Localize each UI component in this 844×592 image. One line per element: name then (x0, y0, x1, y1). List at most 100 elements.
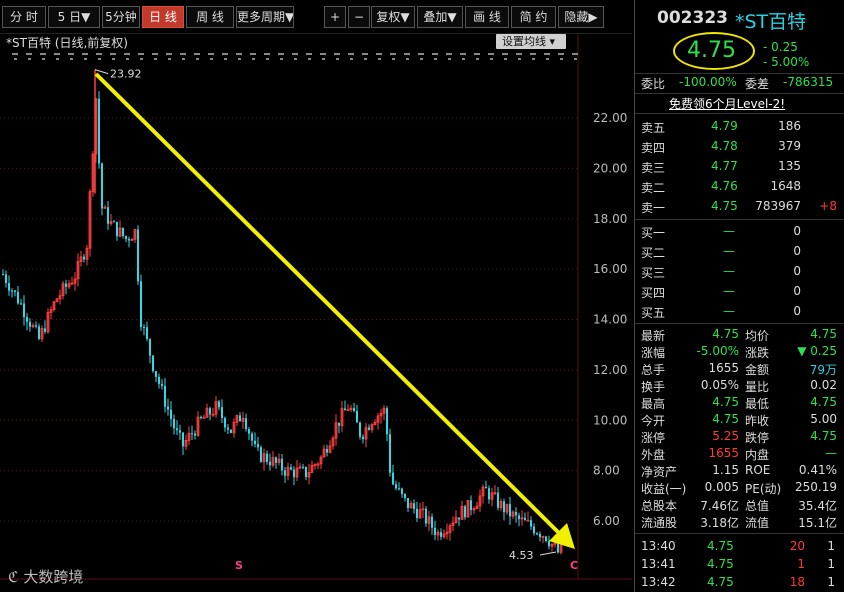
candle-body (362, 436, 364, 440)
event-marker (70, 58, 73, 60)
stats-row: 总手 1655 金额 79万 (635, 361, 844, 378)
buy-level-volume: 0 (793, 304, 801, 318)
sell-level-row[interactable]: 卖四 4.78 379 (635, 139, 844, 156)
toolbar-button-simple[interactable]: 简 约 (511, 6, 556, 28)
candle-body (245, 418, 247, 430)
event-marker (392, 58, 395, 60)
buy-level-volume: 0 (793, 224, 801, 238)
sell-level-row[interactable]: 卖一 4.75 783967 +8 (635, 199, 844, 216)
stat-label: 量比 (745, 380, 770, 394)
stat-label: 金额 (745, 363, 770, 377)
toolbar-button-draw[interactable]: 画 线 (465, 6, 509, 28)
candle-body (440, 532, 442, 537)
toolbar-button-zoom-out[interactable]: − (348, 6, 370, 28)
candle-body (149, 338, 151, 356)
sell-level-price: 4.77 (711, 159, 738, 173)
sell-level-label: 卖二 (641, 181, 666, 195)
event-marker (434, 58, 437, 60)
event-marker (420, 58, 423, 60)
stock-name: *ST百特 (735, 11, 807, 33)
candle-body (224, 417, 226, 428)
buy-level-row[interactable]: 买二 — 0 (635, 244, 844, 261)
event-marker (334, 53, 340, 55)
stat-label: 净资产 (641, 465, 678, 479)
kline-canvas[interactable]: 22.00 20.00 18.00 16.00 14.00 12.00 10.00 8.00 6… (0, 34, 632, 592)
candle-body (353, 408, 355, 411)
candle-body (338, 422, 340, 426)
event-marker (208, 53, 214, 55)
toolbar-button-overlay[interactable]: 叠加▼ (417, 6, 463, 28)
candle-body (524, 517, 526, 521)
event-marker-c[interactable]: C (570, 559, 578, 572)
candle-body (284, 470, 286, 476)
event-marker (280, 58, 283, 60)
candle-body (305, 466, 307, 478)
sell-level-row[interactable]: 卖五 4.79 186 (635, 119, 844, 136)
stat-value: 7.46亿 (700, 499, 739, 513)
candle-body (155, 371, 157, 377)
buy-level-row[interactable]: 买一 — 0 (635, 224, 844, 241)
candle-body (497, 492, 499, 508)
stat-value: 4.75 (712, 327, 739, 341)
toolbar-button-5day[interactable]: 5 日▼ (48, 6, 100, 28)
sell-level-volume: 186 (778, 119, 801, 133)
event-marker (266, 58, 269, 60)
candle-body (164, 385, 166, 407)
event-marker (530, 53, 536, 55)
buy-level-row[interactable]: 买五 — 0 (635, 304, 844, 321)
toolbar-button-hide[interactable]: 隐藏▶ (558, 6, 604, 28)
event-marker (12, 53, 18, 55)
stat-label: 流通股 (641, 516, 678, 530)
toolbar-button-zoom-in[interactable]: + (324, 6, 346, 28)
toolbar-button-5min[interactable]: 5分钟 (102, 6, 140, 28)
candle-body (488, 488, 490, 500)
sell-level-price: 4.79 (711, 119, 738, 133)
event-marker (322, 58, 325, 60)
toolbar-button-more-periods[interactable]: 更多周期▼ (236, 6, 294, 28)
event-marker (138, 53, 144, 55)
event-marker (516, 53, 522, 55)
event-marker (40, 53, 46, 55)
stat-value: 1655 (708, 446, 739, 460)
event-marker (378, 58, 381, 60)
low-pointer (539, 551, 557, 556)
buy-level-volume: 0 (793, 284, 801, 298)
weicha-label: 委差 (745, 77, 770, 91)
ma-settings-button[interactable]: 设置均线 ▾ (496, 34, 566, 49)
toolbar-button-fenshi[interactable]: 分 时 (2, 6, 46, 28)
stat-value: 4.75 (810, 327, 837, 341)
sell-level-row[interactable]: 卖三 4.77 135 (635, 159, 844, 176)
stats-row: 总股本 7.46亿 总值 35.4亿 (635, 497, 844, 514)
event-marker (126, 58, 129, 60)
level2-promo-link[interactable]: 免费领6个月Level-2! (669, 95, 809, 112)
candle-body (434, 527, 436, 536)
y-tick-label: 16.00 (593, 262, 627, 276)
last-price: 4.75 (687, 38, 736, 63)
event-marker (376, 53, 382, 55)
candle-body (254, 440, 256, 445)
candle-body (386, 408, 388, 435)
stats-row: 流通股 3.18亿 流值 15.1亿 (635, 514, 844, 531)
toolbar-button-daily[interactable]: 日 线 (142, 6, 184, 28)
toolbar-button-weekly[interactable]: 周 线 (186, 6, 234, 28)
y-tick-label: 12.00 (593, 363, 627, 377)
candle-body (392, 472, 394, 485)
tick-time: 13:40 (641, 539, 676, 553)
candle-body (557, 543, 559, 553)
toolbar-button-fuquan[interactable]: 复权▼ (371, 6, 415, 28)
event-marker (532, 58, 535, 60)
sell-level-row[interactable]: 卖二 4.76 1648 (635, 179, 844, 196)
event-marker (404, 53, 410, 55)
candle-body (266, 453, 268, 462)
event-marker (224, 58, 227, 60)
trend-arrow (94, 72, 563, 537)
buy-level-row[interactable]: 买四 — 0 (635, 284, 844, 301)
buy-level-row[interactable]: 买三 — 0 (635, 264, 844, 281)
candle-body (200, 417, 202, 419)
kline-chart[interactable]: 22.00 20.00 18.00 16.00 14.00 12.00 10.00 8.00 6… (0, 34, 632, 592)
event-marker-s[interactable]: S (235, 559, 243, 572)
tick-time: 13:41 (641, 557, 676, 571)
event-marker (348, 53, 354, 55)
event-marker (140, 58, 143, 60)
event-marker (502, 53, 508, 55)
